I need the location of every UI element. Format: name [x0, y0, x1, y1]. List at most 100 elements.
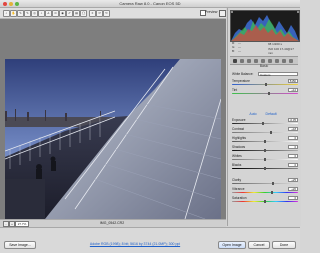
- slider-value-field[interactable]: +25: [288, 178, 298, 182]
- save-image-button[interactable]: Save Image...: [4, 241, 36, 249]
- slider-value-field[interactable]: 0: [288, 136, 298, 140]
- slider-thumb[interactable]: [270, 130, 272, 134]
- slider-temperature[interactable]: Temperature 5150: [232, 79, 298, 87]
- slider-clarity[interactable]: Clarity +25: [232, 178, 298, 186]
- tab-basic-icon[interactable]: [233, 58, 237, 63]
- crop-tool-icon[interactable]: ⌗: [38, 10, 45, 17]
- panel-section-title: Basic: [259, 64, 269, 68]
- histogram-graph: [231, 11, 299, 41]
- preview-label: Preview: [205, 10, 218, 14]
- exif-info-line-1: f/8 1/200 s: [268, 42, 283, 46]
- slider-shadows[interactable]: Shadows 0: [232, 145, 298, 153]
- done-button[interactable]: Done: [272, 241, 296, 249]
- slider-thumb[interactable]: [265, 82, 267, 86]
- slider-highlights[interactable]: Highlights 0: [232, 136, 298, 144]
- b-label: B:: [232, 49, 235, 53]
- b-value: ---: [238, 49, 241, 53]
- slider-thumb[interactable]: [264, 157, 266, 161]
- slider-saturation[interactable]: Saturation 0: [232, 196, 298, 204]
- graduated-filter-icon[interactable]: ▤: [73, 10, 80, 17]
- color-sampler-tool-icon[interactable]: ✎: [24, 10, 31, 17]
- slider-thumb[interactable]: [264, 139, 266, 143]
- slider-label: Exposure: [232, 118, 246, 122]
- file-name: IMG_0542.CR2: [99, 221, 125, 225]
- slider-label: Shadows: [232, 145, 246, 149]
- slider-track[interactable]: [232, 122, 298, 124]
- slider-thumb[interactable]: [262, 121, 264, 125]
- slider-label: Temperature: [232, 79, 250, 83]
- slider-blacks[interactable]: Blacks 0: [232, 163, 298, 171]
- camera-raw-window: Camera Raw 8.0 - Canon EOS 5D ⌕ ✋ ✎ ✎ ◎ …: [0, 0, 301, 253]
- adjustment-brush-icon[interactable]: ✐: [66, 10, 73, 17]
- slider-label: Highlights: [232, 136, 246, 140]
- auto-link[interactable]: Auto: [249, 112, 256, 116]
- fullscreen-toggle-icon[interactable]: [219, 10, 226, 17]
- slider-value-field[interactable]: 0: [288, 196, 298, 200]
- slider-track[interactable]: [232, 131, 298, 133]
- targeted-adjustment-tool-icon[interactable]: ◎: [31, 10, 38, 17]
- zoom-bar: - + 27.7% IMG_0542.CR2: [0, 219, 226, 227]
- workflow-options-link[interactable]: Adobe RGB (1998); 8 bit; 5616 by 3744 (2…: [60, 242, 210, 246]
- rgb-readout: R: --- G: --- B: --- f/8 1/200 s ISO 100…: [230, 41, 298, 55]
- slider-thumb[interactable]: [268, 91, 270, 95]
- slider-contrast[interactable]: Contrast +18: [232, 127, 298, 135]
- tab-detail-icon[interactable]: [247, 58, 251, 63]
- white-balance-select[interactable]: Custom: [258, 72, 298, 77]
- bridge-photo-image: [5, 59, 221, 219]
- slider-value-field[interactable]: 0: [288, 163, 298, 167]
- slider-thumb[interactable]: [264, 199, 266, 203]
- zoom-tool-icon[interactable]: ⌕: [3, 10, 10, 17]
- tab-camera-calibration-icon[interactable]: [282, 58, 286, 63]
- exif-info-line-2: ISO 100 17-40@17 mm: [268, 47, 294, 55]
- adjustments-panel: R: --- G: --- B: --- f/8 1/200 s ISO 100…: [227, 8, 301, 226]
- image-canvas[interactable]: [0, 19, 226, 226]
- preferences-icon[interactable]: ≡: [89, 10, 96, 17]
- bottom-bar: Save Image... Adobe RGB (1998); 8 bit; 5…: [0, 227, 300, 253]
- slider-label: Contrast: [232, 127, 245, 131]
- cancel-button[interactable]: Cancel: [248, 241, 270, 249]
- radial-filter-icon[interactable]: ◯: [80, 10, 87, 17]
- slider-tint[interactable]: Tint +12: [232, 88, 298, 96]
- tab-lens-corrections-icon[interactable]: [268, 58, 272, 63]
- title-bar: Camera Raw 8.0 - Canon EOS 5D: [0, 0, 300, 8]
- red-eye-tool-icon[interactable]: ◉: [59, 10, 66, 17]
- slider-track[interactable]: [232, 92, 298, 94]
- slider-value-field[interactable]: 5150: [288, 79, 298, 83]
- slider-thumb[interactable]: [264, 148, 266, 152]
- slider-track[interactable]: [232, 182, 298, 184]
- rotate-right-icon[interactable]: ↻: [103, 10, 110, 17]
- slider-whites[interactable]: Whites 0: [232, 154, 298, 162]
- slider-thumb[interactable]: [271, 190, 273, 194]
- spot-removal-tool-icon[interactable]: ⊙: [52, 10, 59, 17]
- slider-vibrance[interactable]: Vibrance +20: [232, 187, 298, 195]
- tab-hsl-icon[interactable]: [254, 58, 258, 63]
- window-title: Camera Raw 8.0 - Canon EOS 5D: [119, 1, 181, 6]
- open-image-button[interactable]: Open Image: [218, 241, 246, 249]
- slider-value-field[interactable]: 0: [288, 154, 298, 158]
- rotate-left-icon[interactable]: ↺: [96, 10, 103, 17]
- tab-tone-curve-icon[interactable]: [240, 58, 244, 63]
- straighten-tool-icon[interactable]: ∠: [45, 10, 52, 17]
- slider-value-field[interactable]: +12: [288, 88, 298, 92]
- slider-label: Blacks: [232, 163, 242, 167]
- slider-value-field[interactable]: -0.35: [288, 118, 298, 122]
- tab-effects-icon[interactable]: [275, 58, 279, 63]
- slider-value-field[interactable]: +18: [288, 127, 298, 131]
- tab-presets-icon[interactable]: [289, 58, 293, 63]
- slider-label: Vibrance: [232, 187, 245, 191]
- photo-preview: [5, 59, 221, 219]
- tab-split-toning-icon[interactable]: [261, 58, 265, 63]
- slider-thumb[interactable]: [272, 181, 274, 185]
- white-balance-tool-icon[interactable]: ✎: [17, 10, 24, 17]
- slider-value-field[interactable]: +20: [288, 187, 298, 191]
- slider-label: Tint: [232, 88, 238, 92]
- tool-bar: ⌕ ✋ ✎ ✎ ◎ ⌗ ∠ ⊙ ◉ ✐ ▤ ◯ ≡ ↺ ↻ Preview: [0, 8, 226, 19]
- hand-tool-icon[interactable]: ✋: [10, 10, 17, 17]
- slider-label: Whites: [232, 154, 242, 158]
- slider-value-field[interactable]: 0: [288, 145, 298, 149]
- slider-label: Clarity: [232, 178, 242, 182]
- slider-exposure[interactable]: Exposure -0.35: [232, 118, 298, 126]
- slider-track[interactable]: [232, 191, 298, 193]
- default-link[interactable]: Default: [266, 112, 277, 116]
- slider-thumb[interactable]: [264, 166, 266, 170]
